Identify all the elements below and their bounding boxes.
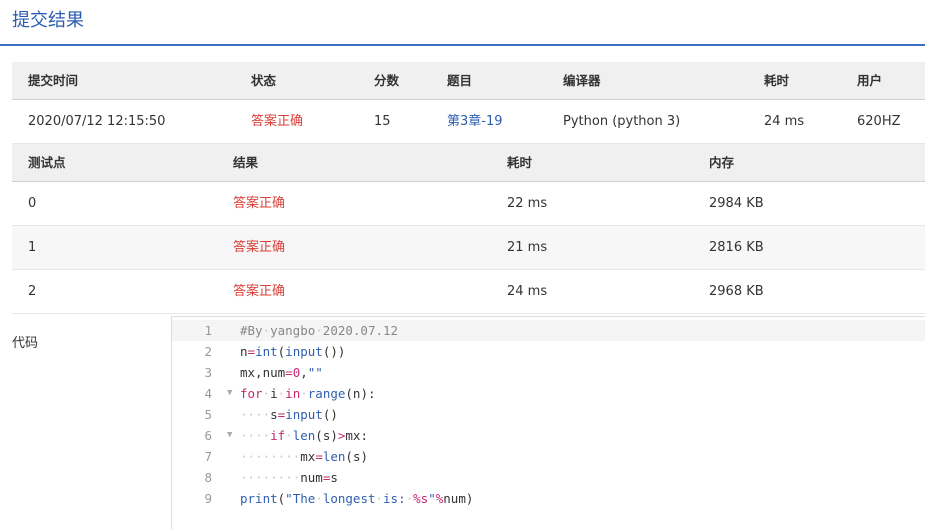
testcase-result: 答案正确 bbox=[233, 196, 286, 211]
code-text: ····if·len(s)>mx: bbox=[240, 428, 368, 443]
code-text: for·i·in·range(n): bbox=[240, 386, 376, 401]
code-line[interactable]: 1 #By·yangbo·2020.07.12 bbox=[172, 320, 925, 341]
page-header: 提交结果 bbox=[0, 0, 925, 46]
code-text: n=int(input()) bbox=[240, 344, 346, 359]
header-status: 状态 bbox=[251, 73, 277, 88]
testcase-time: 22 ms bbox=[507, 196, 548, 211]
table-row: 1 答案正确 21 ms 2816 KB bbox=[12, 226, 925, 270]
page-title: 提交结果 bbox=[12, 10, 84, 31]
problem-link[interactable]: 第3章-19 bbox=[447, 100, 503, 144]
submit-time: 2020/07/12 12:15:50 bbox=[28, 114, 166, 129]
line-number: 3 bbox=[204, 365, 212, 380]
header-submit-time: 提交时间 bbox=[28, 73, 79, 88]
code-line[interactable]: 9 print("The·longest·is:·%s"%num) bbox=[172, 488, 925, 509]
testcase-memory: 2816 KB bbox=[709, 240, 764, 255]
submission-duration: 24 ms bbox=[764, 114, 805, 129]
header-result: 结果 bbox=[233, 155, 259, 170]
testcase-time: 24 ms bbox=[507, 284, 548, 299]
code-line[interactable]: 6 ▼ ····if·len(s)>mx: bbox=[172, 425, 925, 446]
testcase-memory: 2968 KB bbox=[709, 284, 764, 299]
code-line[interactable]: 7 ········mx=len(s) bbox=[172, 446, 925, 467]
testcase-result: 答案正确 bbox=[233, 284, 286, 299]
code-line[interactable]: 2 n=int(input()) bbox=[172, 341, 925, 362]
testcase-id: 2 bbox=[28, 284, 37, 299]
header-memory: 内存 bbox=[709, 155, 735, 170]
code-text: ········mx=len(s) bbox=[240, 449, 368, 464]
header-user: 用户 bbox=[857, 73, 883, 88]
header-score: 分数 bbox=[374, 73, 400, 88]
line-number: 5 bbox=[204, 407, 212, 422]
line-number: 2 bbox=[204, 344, 212, 359]
table-row: 2 答案正确 24 ms 2968 KB bbox=[12, 270, 925, 314]
header-duration: 耗时 bbox=[764, 73, 790, 88]
header-testcase: 测试点 bbox=[28, 155, 66, 170]
fold-toggle-icon[interactable]: ▼ bbox=[227, 425, 232, 446]
header-time: 耗时 bbox=[507, 155, 533, 170]
testcase-result: 答案正确 bbox=[233, 240, 286, 255]
submission-header-row: 提交时间 状态 分数 题目 编译器 耗时 用户 bbox=[12, 62, 925, 100]
code-line[interactable]: 4 ▼ for·i·in·range(n): bbox=[172, 383, 925, 404]
code-text: ····s=input() bbox=[240, 407, 338, 422]
header-problem: 题目 bbox=[447, 73, 473, 88]
code-text: ········num=s bbox=[240, 470, 338, 485]
submission-compiler: Python (python 3) bbox=[563, 114, 681, 129]
code-text: mx,num=0,"" bbox=[240, 365, 323, 380]
code-text: #By·yangbo·2020.07.12 bbox=[240, 323, 399, 338]
submission-status: 答案正确 bbox=[251, 114, 304, 129]
testcase-memory: 2984 KB bbox=[709, 196, 764, 211]
submission-user: 620HZ bbox=[857, 114, 901, 129]
testcase-header-row: 测试点 结果 耗时 内存 bbox=[12, 144, 925, 182]
line-number: 4 bbox=[204, 386, 212, 401]
code-line[interactable]: 8 ········num=s bbox=[172, 467, 925, 488]
submission-row: 2020/07/12 12:15:50 答案正确 15 第3章-19 Pytho… bbox=[12, 100, 925, 144]
testcase-time: 21 ms bbox=[507, 240, 548, 255]
header-compiler: 编译器 bbox=[563, 73, 601, 88]
table-row: 0 答案正确 22 ms 2984 KB bbox=[12, 182, 925, 226]
line-number: 9 bbox=[204, 491, 212, 506]
line-number: 8 bbox=[204, 470, 212, 485]
submission-score: 15 bbox=[374, 114, 391, 129]
line-number: 7 bbox=[204, 449, 212, 464]
code-viewer[interactable]: 1 #By·yangbo·2020.07.12 2 n=int(input()) 3 mx… bbox=[171, 316, 925, 529]
fold-toggle-icon[interactable]: ▼ bbox=[227, 383, 232, 404]
code-line[interactable]: 5 ····s=input() bbox=[172, 404, 925, 425]
code-text: print("The·longest·is:·%s"%num) bbox=[240, 491, 474, 506]
testcase-id: 0 bbox=[28, 196, 37, 211]
testcase-id: 1 bbox=[28, 240, 37, 255]
line-number: 1 bbox=[204, 323, 212, 338]
code-line[interactable]: 3 mx,num=0,"" bbox=[172, 362, 925, 383]
line-number: 6 bbox=[204, 428, 212, 443]
code-label: 代码 bbox=[12, 336, 39, 351]
